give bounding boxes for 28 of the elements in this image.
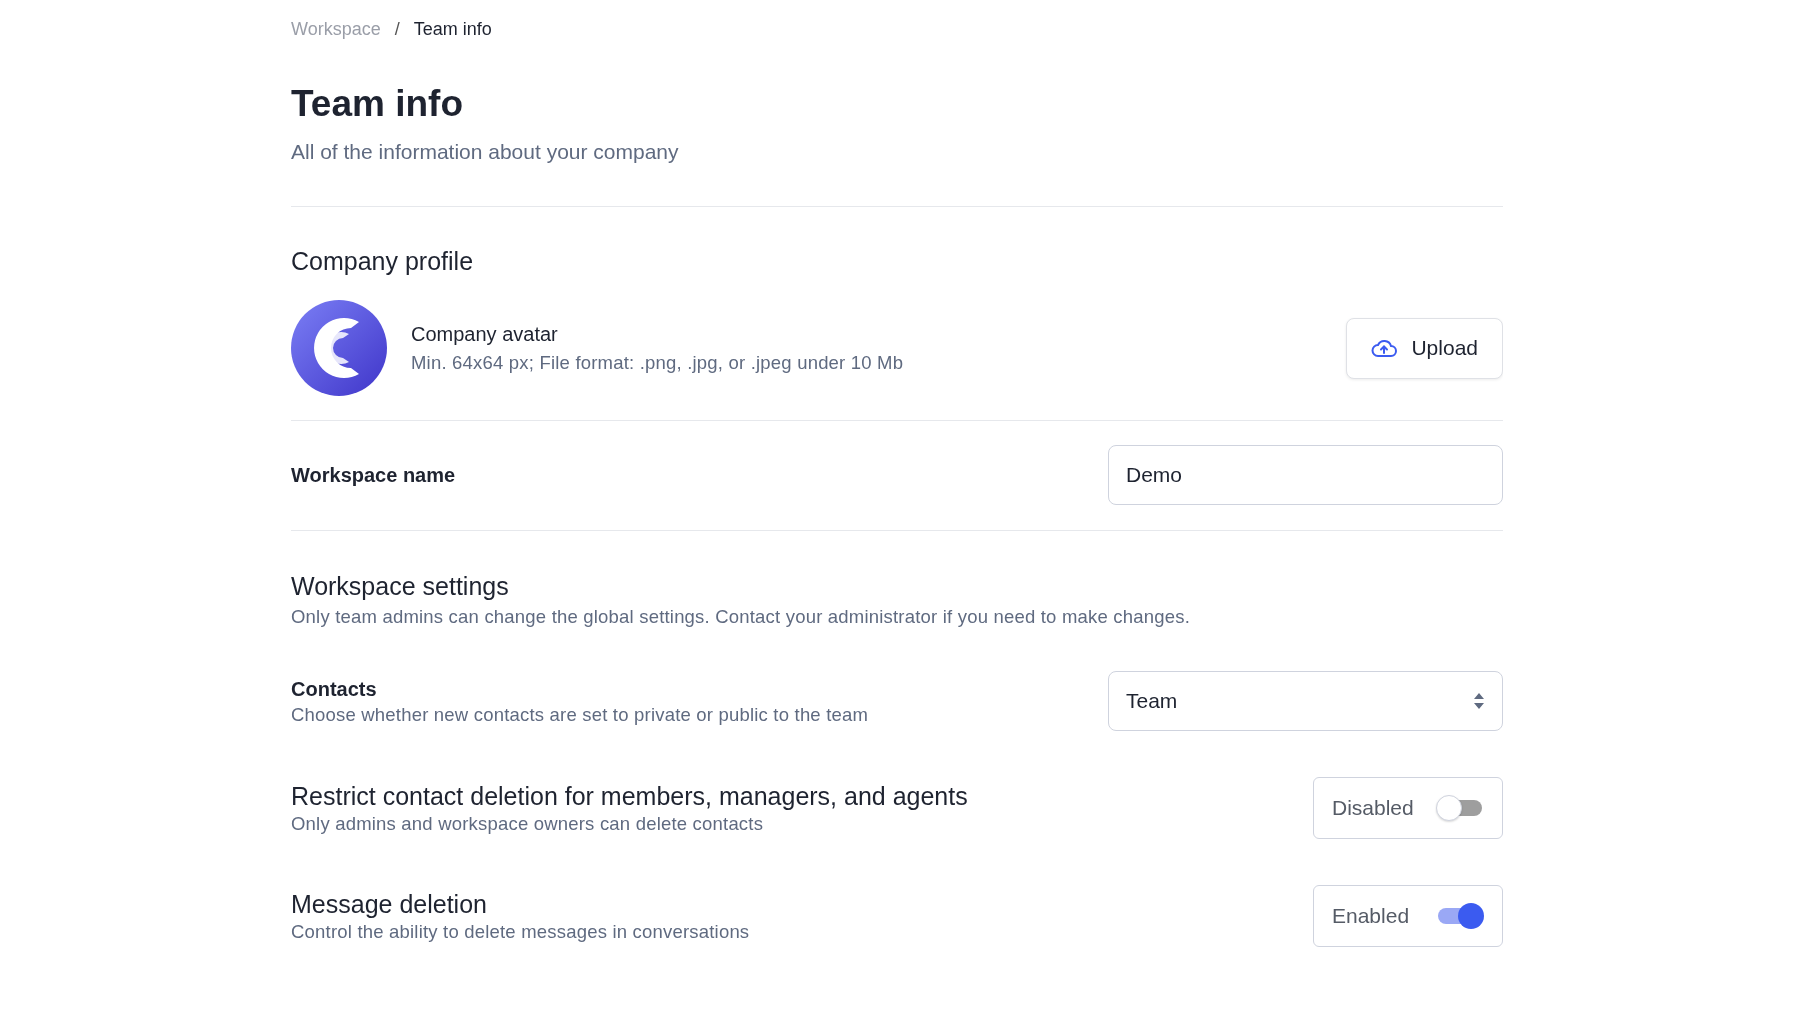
- section-description: Only team admins can change the global settings. Contact your administrator if you need to make changes.: [291, 605, 1191, 629]
- toggle-switch[interactable]: [1436, 794, 1484, 822]
- upload-button[interactable]: Upload: [1346, 317, 1503, 379]
- setting-label: Restrict contact deletion for members, managers, and agents: [291, 780, 968, 811]
- setting-description: Choose whether new contacts are set to private or public to the team: [291, 702, 869, 727]
- setting-label: Message deletion: [291, 888, 488, 919]
- sort-caret-icon: [1473, 692, 1485, 710]
- section-heading: Company profile: [291, 246, 475, 276]
- workspace-name-input[interactable]: Demo: [1108, 445, 1503, 505]
- toggle-state-label: Disabled: [1332, 796, 1414, 820]
- breadcrumb-separator: /: [394, 19, 400, 40]
- field-label: Workspace name: [291, 463, 456, 488]
- breadcrumb-link[interactable]: Team info: [413, 19, 492, 40]
- setting-label: Contacts: [291, 676, 378, 702]
- toggle-control[interactable]: Disabled: [1313, 777, 1503, 839]
- page-title: Team info: [291, 82, 464, 126]
- section-heading: Workspace settings: [291, 571, 510, 601]
- toggle-switch[interactable]: [1436, 902, 1484, 930]
- company-logo-icon: [291, 300, 387, 396]
- avatar-label: Company avatar: [411, 322, 559, 347]
- contacts-select[interactable]: Team: [1108, 671, 1503, 731]
- cloud-upload-icon: [1371, 338, 1398, 358]
- avatar-hint: Min. 64x64 px; File format: .png, .jpg, or .jpeg under 10 Mb: [411, 351, 904, 375]
- setting-description: Control the ability to delete messages in conversations: [291, 919, 750, 944]
- setting-description: Only admins and workspace owners can delete contacts: [291, 811, 765, 836]
- toggle-control[interactable]: Enabled: [1313, 885, 1503, 947]
- page-subtitle: All of the information about your company: [291, 139, 680, 165]
- toggle-state-label: Enabled: [1332, 904, 1410, 928]
